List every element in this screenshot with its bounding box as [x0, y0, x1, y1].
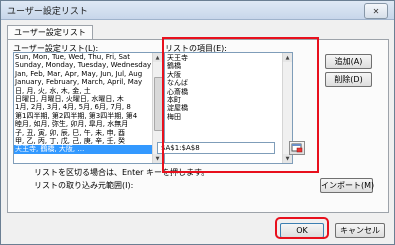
custom-list-item[interactable]: 子, 丑, 寅, 卯, 辰, 巳, 午, 未, 申, 酉	[14, 129, 152, 137]
dialog-title: ユーザー設定リスト	[7, 7, 88, 17]
list-entry-line: なんば	[167, 79, 188, 88]
scroll-up-icon[interactable]: ▲	[283, 53, 292, 62]
custom-list-item[interactable]: Sunday, Monday, Tuesday, Wednesday	[14, 61, 152, 69]
custom-list-item[interactable]: 甲, 乙, 丙, 丁, 戊, 己, 庚, 辛, 壬, 癸	[14, 137, 152, 145]
custom-list-item[interactable]: 日曜日, 月曜日, 火曜日, 水曜日, 木	[14, 95, 152, 103]
list-entry-line: 心斎橋	[167, 87, 188, 96]
scroll-thumb[interactable]	[154, 77, 162, 131]
custom-list-item[interactable]: 天王寺, 鶴橋, 大阪, …	[14, 145, 152, 154]
list-entry-line: 天王寺	[167, 54, 188, 62]
list-entry-line: 梅田	[167, 112, 181, 121]
custom-list-item[interactable]: 睦月, 如月, 弥生, 卯月, 皐月, 水無月	[14, 120, 152, 128]
title-bar[interactable]: ユーザー設定リスト ✕	[1, 1, 394, 20]
custom-list-item[interactable]: 日, 月, 火, 水, 木, 金, 土	[14, 87, 152, 95]
range-select-button[interactable]	[289, 141, 305, 155]
cancel-button[interactable]: キャンセル	[335, 223, 385, 238]
scroll-up-icon[interactable]: ▲	[153, 53, 162, 62]
delete-button[interactable]: 削除(D)	[325, 72, 372, 87]
custom-list-item[interactable]: Jan, Feb, Mar, Apr, May, Jun, Jul, Aug	[14, 70, 152, 78]
collapse-dialog-icon	[291, 143, 303, 153]
add-button[interactable]: 追加(A)	[325, 54, 372, 69]
custom-list-item[interactable]: January, February, March, April, May	[14, 78, 152, 86]
hint-text: リストを区切る場合は、Enter キーを押します。	[34, 168, 210, 177]
list-entry-line: 淀屋橋	[167, 104, 188, 113]
import-range-label: リストの取り込み元範囲(I):	[34, 181, 134, 190]
close-button[interactable]: ✕	[364, 3, 388, 19]
import-range-input[interactable]: $A$1:$A$8	[157, 142, 275, 154]
custom-list-item[interactable]: 1月, 2月, 3月, 4月, 5月, 6月, 7月, 8	[14, 103, 152, 111]
scroll-down-icon[interactable]: ▼	[153, 154, 162, 163]
import-button[interactable]: インポート(M)	[320, 178, 374, 193]
custom-list-item[interactable]: 第1四半期, 第2四半期, 第3四半期, 第4	[14, 112, 152, 120]
custom-lists-listbox[interactable]: Sun, Mon, Tue, Wed, Thu, Fri, Sat Sunday,…	[13, 52, 163, 164]
close-icon: ✕	[372, 6, 380, 16]
tab-custom-lists[interactable]: ユーザー設定リスト	[7, 25, 93, 40]
list-entry-line: 大阪	[167, 70, 181, 79]
ok-button[interactable]: OK	[280, 223, 324, 238]
list-entry-line: 鶴橋	[167, 62, 181, 71]
custom-list-item[interactable]: Sun, Mon, Tue, Wed, Thu, Fri, Sat	[14, 53, 152, 61]
custom-lists-dialog: ユーザー設定リスト ✕ ユーザー設定リスト ユーザー設定リスト(L): Sun,…	[0, 0, 395, 245]
